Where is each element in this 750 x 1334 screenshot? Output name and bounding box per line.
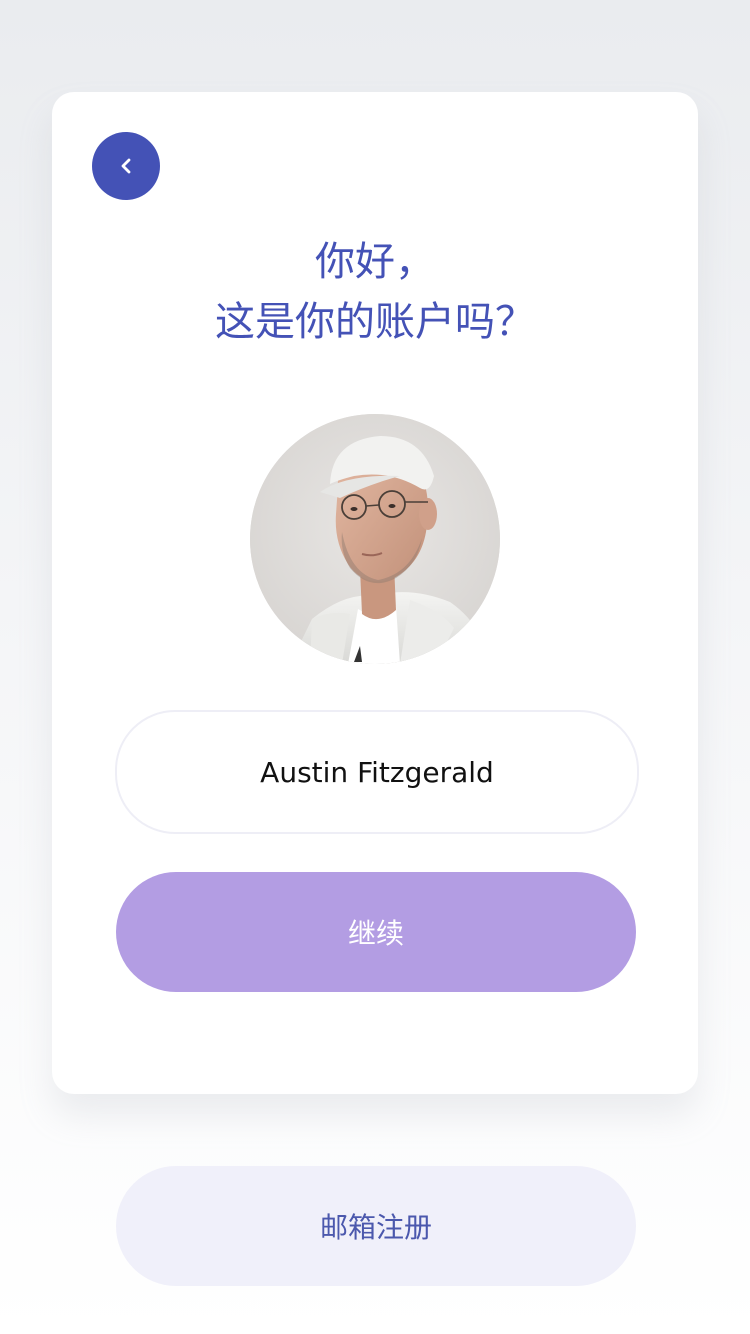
email-register-button[interactable]: 邮箱注册 xyxy=(116,1166,636,1286)
greeting-line-2: 这是你的账户吗？ xyxy=(215,299,535,345)
greeting-line-1: 你好， xyxy=(315,239,435,285)
account-name-field[interactable]: Austin Fitzgerald xyxy=(115,710,639,834)
page-title: 你好， 这是你的账户吗？ xyxy=(52,232,698,352)
back-button[interactable] xyxy=(92,132,160,200)
avatar-portrait-image xyxy=(250,414,500,664)
continue-button[interactable]: 继续 xyxy=(116,872,636,992)
chevron-left-icon xyxy=(121,158,131,174)
account-confirm-card: 你好， 这是你的账户吗？ Austin Fitzgerald 继续 xyxy=(52,92,698,1094)
avatar xyxy=(250,414,500,664)
